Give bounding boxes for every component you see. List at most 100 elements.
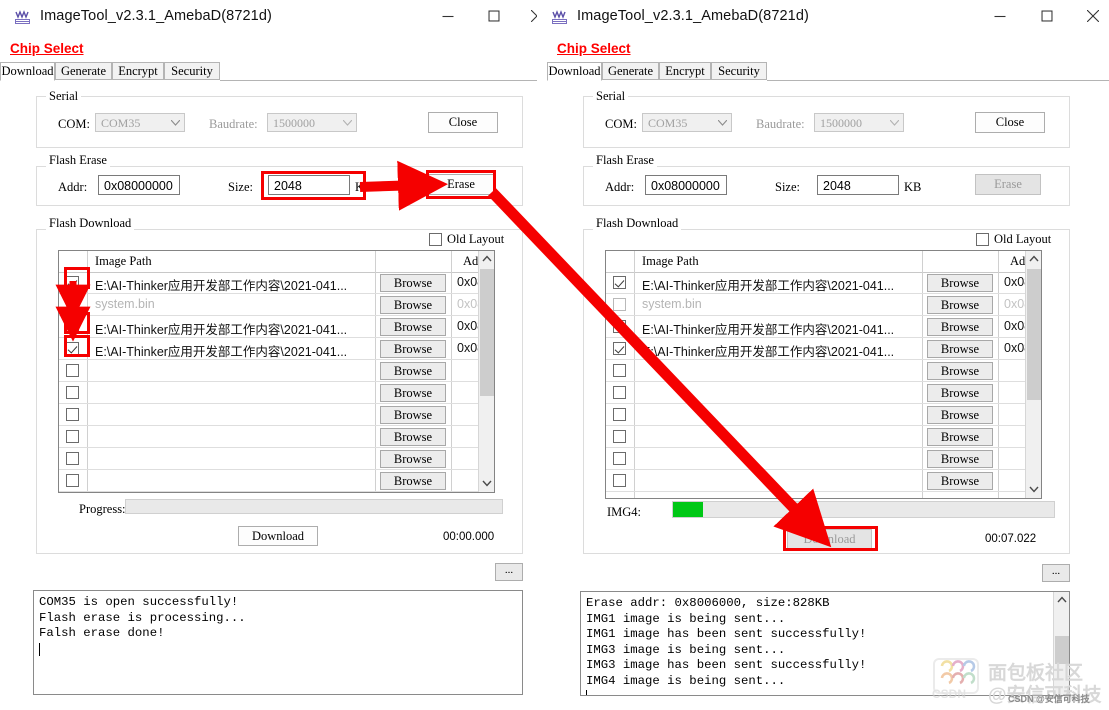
dots-button-left[interactable]: ... xyxy=(495,563,523,581)
scroll-thumb[interactable] xyxy=(1027,269,1041,400)
browse-button[interactable]: Browse xyxy=(927,384,993,402)
table-row[interactable]: Browse xyxy=(606,448,1025,470)
row-checkbox[interactable] xyxy=(66,364,79,377)
row-checkbox[interactable] xyxy=(66,452,79,465)
table-row[interactable]: E:\AI-Thinker应用开发部工作内容\2021-041... Browse… xyxy=(606,272,1041,294)
download-button-left[interactable]: Download xyxy=(238,526,318,546)
row-checkbox[interactable] xyxy=(613,320,626,333)
addr-input[interactable]: 0x08000000 xyxy=(98,175,180,195)
table-row[interactable]: E:\AI-Thinker应用开发部工作内容\2021-041... Browse… xyxy=(59,316,494,338)
browse-button[interactable]: Browse xyxy=(927,472,993,490)
browse-button[interactable]: Browse xyxy=(927,340,993,358)
table-row[interactable]: system.binBrowse0x08003000 xyxy=(59,294,494,316)
browse-button[interactable]: Browse xyxy=(380,318,446,336)
browse-button[interactable]: Browse xyxy=(927,406,993,424)
tab-encrypt[interactable]: Encrypt xyxy=(659,62,711,80)
maximize-button[interactable] xyxy=(1024,0,1070,32)
table-row[interactable]: Browse xyxy=(59,470,478,492)
close-serial-button[interactable]: Close xyxy=(428,112,498,133)
row-checkbox[interactable] xyxy=(66,298,79,311)
com-select[interactable]: COM35 xyxy=(642,113,732,132)
tab-download[interactable]: Download xyxy=(0,62,55,81)
row-checkbox[interactable] xyxy=(613,364,626,377)
scroll-thumb[interactable] xyxy=(480,269,494,396)
tab-generate[interactable]: Generate xyxy=(602,62,659,80)
minimize-button[interactable] xyxy=(977,0,1023,32)
browse-button[interactable]: Browse xyxy=(380,296,446,314)
chip-select-link[interactable]: Chip Select xyxy=(557,41,631,56)
browse-button[interactable]: Browse xyxy=(380,384,446,402)
size-input[interactable]: 2048 xyxy=(817,175,899,195)
table-row[interactable]: Browse xyxy=(606,404,1025,426)
table-row[interactable]: Browse xyxy=(59,448,478,470)
table-row[interactable]: E:\AI-Thinker应用开发部工作内容\2021-041... Browse… xyxy=(59,338,494,360)
browse-button[interactable]: Browse xyxy=(927,450,993,468)
row-checkbox[interactable] xyxy=(613,452,626,465)
row-checkbox[interactable] xyxy=(66,386,79,399)
minimize-button[interactable] xyxy=(425,0,471,32)
scroll-down-icon[interactable] xyxy=(1026,481,1041,498)
maximize-button[interactable] xyxy=(471,0,517,32)
row-checkbox[interactable] xyxy=(66,430,79,443)
tab-generate[interactable]: Generate xyxy=(55,62,112,80)
table-row[interactable]: system.binBrowse0x08003000 xyxy=(606,294,1041,316)
table-row[interactable]: Browse xyxy=(59,426,478,448)
table-scrollbar[interactable] xyxy=(478,251,494,492)
browse-button[interactable]: Browse xyxy=(927,296,993,314)
row-checkbox[interactable] xyxy=(66,474,79,487)
table-row[interactable]: Browse xyxy=(606,360,1025,382)
row-checkbox[interactable] xyxy=(613,430,626,443)
image-table-right[interactable]: Image PathAddressE:\AI-Thinker应用开发部工作内容\… xyxy=(605,250,1042,499)
row-checkbox[interactable] xyxy=(613,386,626,399)
browse-button[interactable]: Browse xyxy=(380,340,446,358)
old-layout-checkbox[interactable] xyxy=(976,233,989,246)
table-row[interactable]: Browse xyxy=(59,360,478,382)
image-table-left[interactable]: Image PathAddressE:\AI-Thinker应用开发部工作内容\… xyxy=(58,250,495,493)
log-output-left[interactable]: COM35 is open successfully! Flash erase i… xyxy=(33,590,523,695)
addr-input[interactable]: 0x08000000 xyxy=(645,175,727,195)
table-row[interactable]: E:\AI-Thinker应用开发部工作内容\2021-041... Browse… xyxy=(606,316,1041,338)
old-layout-checkbox[interactable] xyxy=(429,233,442,246)
close-button[interactable] xyxy=(514,0,537,32)
browse-button[interactable]: Browse xyxy=(380,472,446,490)
browse-button[interactable]: Browse xyxy=(927,362,993,380)
tab-download[interactable]: Download xyxy=(547,62,602,81)
browse-button[interactable]: Browse xyxy=(380,428,446,446)
table-row[interactable]: Browse xyxy=(59,382,478,404)
browse-button[interactable]: Browse xyxy=(380,274,446,292)
chip-select-link[interactable]: Chip Select xyxy=(10,41,84,56)
row-checkbox[interactable] xyxy=(66,408,79,421)
baudrate-select[interactable]: 1500000 xyxy=(267,113,357,132)
close-serial-button[interactable]: Close xyxy=(975,112,1045,133)
row-checkbox[interactable] xyxy=(613,276,626,289)
tab-encrypt[interactable]: Encrypt xyxy=(112,62,164,80)
table-row[interactable]: Browse xyxy=(59,404,478,426)
tab-security[interactable]: Security xyxy=(164,62,220,80)
table-row[interactable]: Browse xyxy=(606,382,1025,404)
table-row[interactable]: Browse xyxy=(606,426,1025,448)
browse-button[interactable]: Browse xyxy=(380,406,446,424)
baudrate-select[interactable]: 1500000 xyxy=(814,113,904,132)
close-button[interactable] xyxy=(1070,0,1109,32)
table-scrollbar[interactable] xyxy=(1025,251,1041,498)
tab-security[interactable]: Security xyxy=(711,62,767,80)
table-row[interactable]: E:\AI-Thinker应用开发部工作内容\2021-041... Browse… xyxy=(59,272,494,294)
row-checkbox[interactable] xyxy=(613,474,626,487)
browse-button[interactable]: Browse xyxy=(927,318,993,336)
table-row[interactable]: E:\AI-Thinker应用开发部工作内容\2021-041... Browse… xyxy=(606,338,1041,360)
browse-button[interactable]: Browse xyxy=(927,428,993,446)
com-select[interactable]: COM35 xyxy=(95,113,185,132)
row-checkbox[interactable] xyxy=(613,408,626,421)
scroll-down-icon[interactable] xyxy=(479,475,494,492)
dots-button-right[interactable]: ... xyxy=(1042,564,1070,582)
table-row[interactable]: Browse xyxy=(606,470,1025,492)
scroll-up-icon[interactable] xyxy=(479,251,494,268)
browse-button[interactable]: Browse xyxy=(927,274,993,292)
browse-button[interactable]: Browse xyxy=(380,362,446,380)
row-checkbox[interactable] xyxy=(613,342,626,355)
erase-button[interactable]: Erase xyxy=(975,174,1041,195)
scroll-up-icon[interactable] xyxy=(1054,592,1069,609)
scroll-up-icon[interactable] xyxy=(1026,251,1041,268)
browse-button[interactable]: Browse xyxy=(380,450,446,468)
row-checkbox[interactable] xyxy=(613,298,626,311)
